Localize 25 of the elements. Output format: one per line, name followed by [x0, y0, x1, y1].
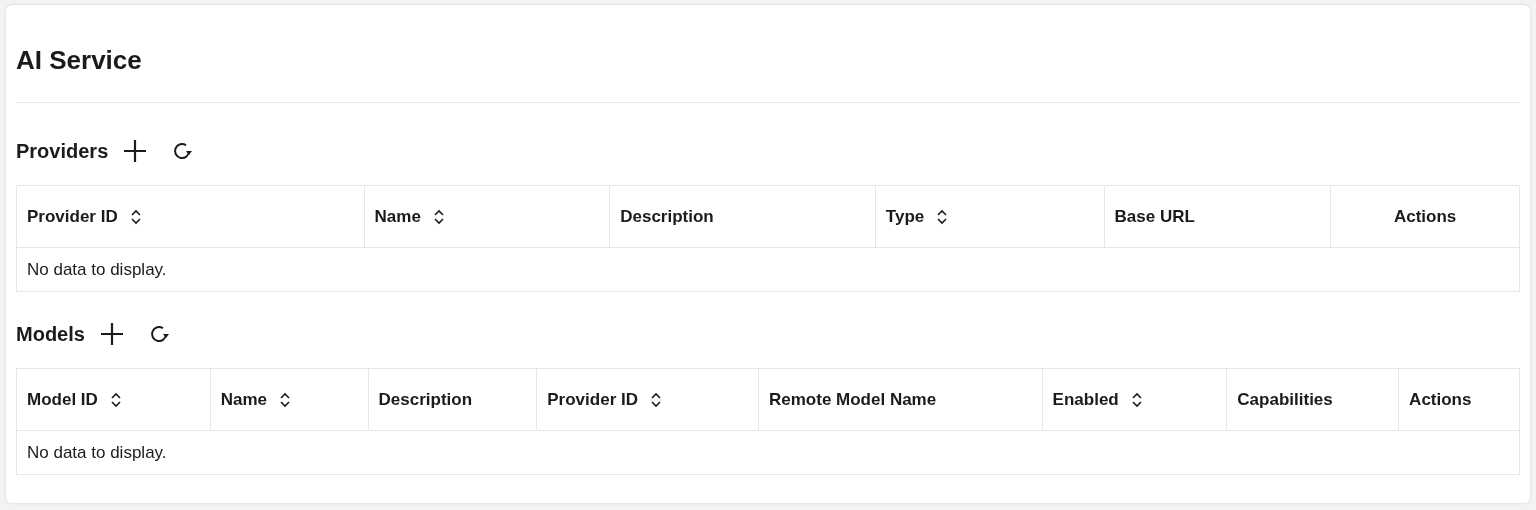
sort-icon[interactable] — [650, 390, 662, 409]
column-header: Base URL — [1114, 205, 1195, 228]
column-header: Remote Model Name — [769, 388, 937, 411]
sort-icon[interactable] — [1130, 390, 1143, 409]
column-header[interactable]: Provider ID — [27, 203, 142, 230]
column-header: Actions — [1393, 205, 1457, 228]
sort-icon[interactable] — [432, 207, 445, 226]
add-icon[interactable] — [122, 138, 149, 165]
empty-message: No data to display. — [16, 430, 1520, 475]
section-title: Models — [16, 322, 85, 348]
sort-icon[interactable] — [936, 207, 949, 226]
sort-icon[interactable] — [129, 207, 142, 226]
column-header: Capabilities — [1237, 388, 1333, 411]
sort-icon[interactable] — [109, 390, 122, 409]
add-icon[interactable] — [98, 321, 125, 348]
column-header[interactable]: Type — [885, 203, 949, 230]
page-title: AI Service — [16, 5, 1520, 104]
column-header[interactable]: Name — [374, 203, 445, 230]
column-header: Description — [378, 388, 473, 411]
column-header: Description — [620, 205, 714, 228]
sort-icon[interactable] — [279, 390, 292, 409]
column-header: Actions — [1409, 388, 1472, 411]
column-header[interactable]: Name — [220, 386, 292, 413]
section-title: Providers — [16, 139, 109, 165]
empty-message: No data to display. — [16, 247, 1520, 292]
